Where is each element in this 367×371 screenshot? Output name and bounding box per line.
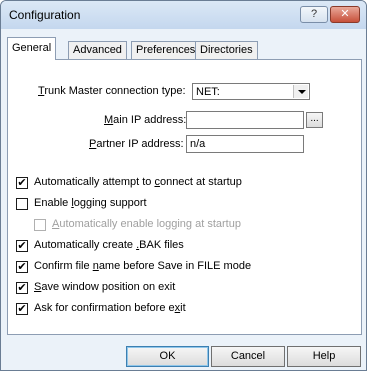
connection-type-value: NET: [196,86,220,98]
checkbox-box[interactable]: ✔ [16,177,28,189]
connection-type-label: Trunk Master connection type: [38,85,186,97]
checkbox-box[interactable] [34,219,46,231]
checkbox-box[interactable]: ✔ [16,303,28,315]
partner-ip-value: n/a [190,138,206,150]
checkbox-box[interactable]: ✔ [16,240,28,252]
cancel-button[interactable]: Cancel [211,346,285,367]
title-bar[interactable]: Configuration ? ✕ [1,1,366,29]
tab-preferences[interactable]: Preferences [131,41,201,59]
tab-general[interactable]: General [7,37,57,60]
checkbox-box[interactable]: ✔ [16,261,28,273]
help-button[interactable]: Help [287,346,361,367]
partner-ip-input[interactable]: n/a [186,135,304,153]
main-ip-input[interactable] [186,111,304,129]
tab-advanced[interactable]: Advanced [68,41,127,59]
close-icon[interactable]: ✕ [330,6,360,23]
connection-type-select[interactable]: NET: [192,83,310,100]
main-ip-label: Main IP address: [104,114,187,126]
ok-button[interactable]: OK [126,346,209,367]
general-panel: Trunk Master connection type: NET: Main … [7,59,362,335]
chevron-down-icon[interactable] [293,85,308,98]
checkbox-box[interactable] [16,198,28,210]
tab-directories[interactable]: Directories [195,41,258,59]
configuration-dialog: Configuration ? ✕ General Advanced Prefe… [0,0,367,371]
checkbox-box[interactable]: ✔ [16,282,28,294]
browse-button[interactable]: ... [306,112,323,128]
window-title: Configuration [9,8,81,22]
help-icon[interactable]: ? [300,6,328,23]
partner-ip-label: Partner IP address: [89,138,184,150]
